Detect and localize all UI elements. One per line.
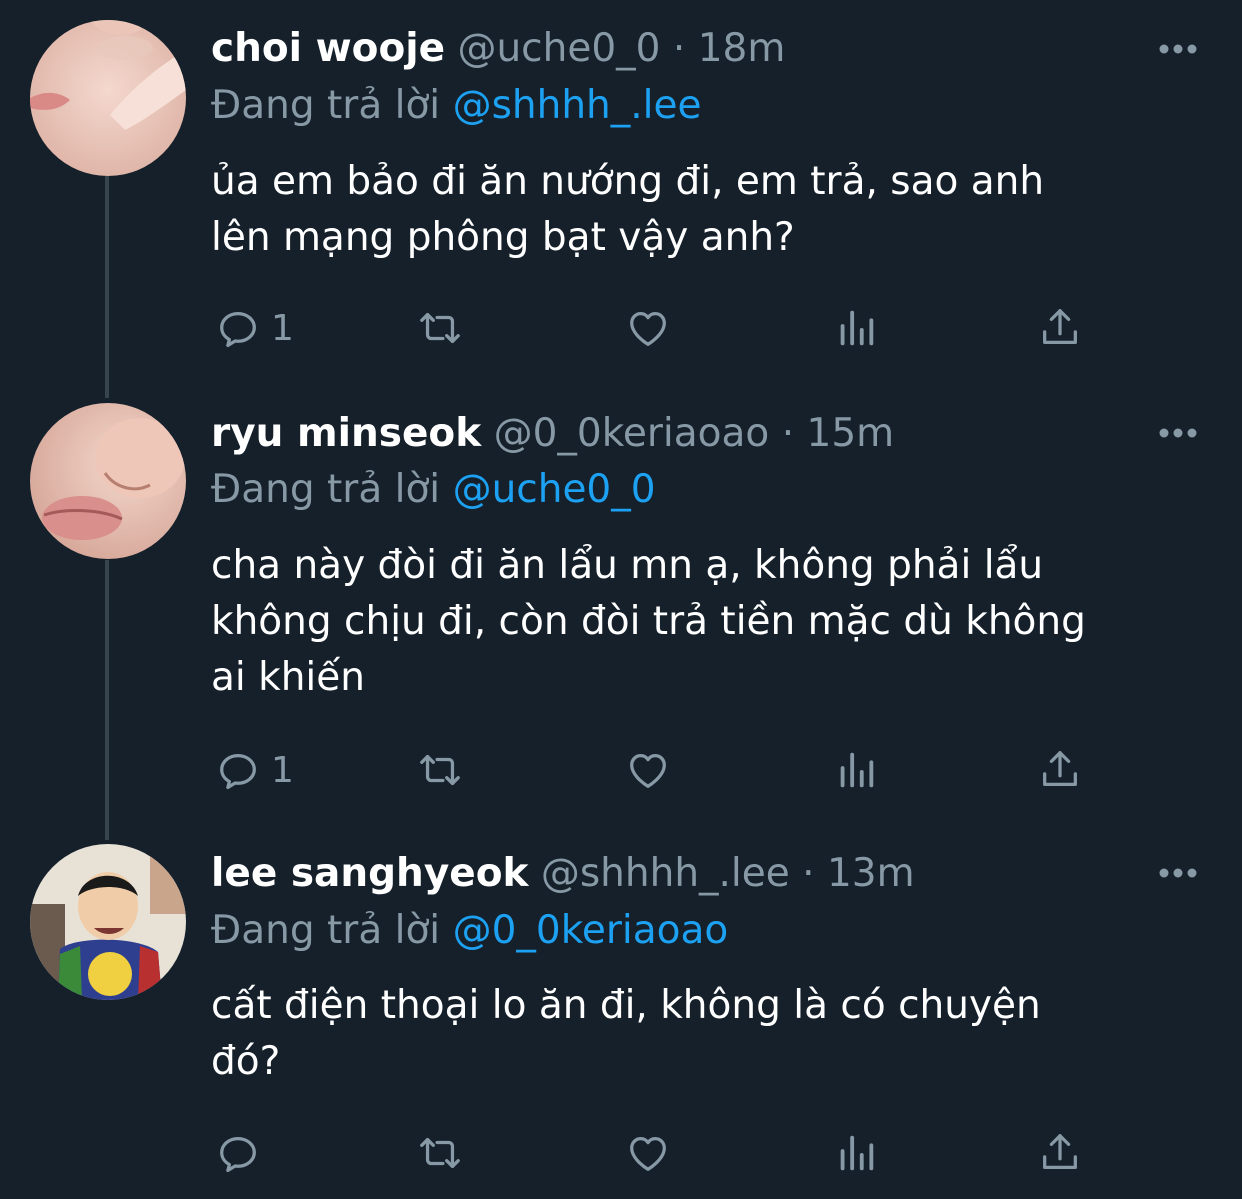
like-icon [630,1136,666,1171]
user-handle[interactable]: @0_0keriaoao [494,411,770,456]
tweet[interactable]: lee sanghyeok @shhhh_.lee · 13m Đang trả… [0,825,1242,1199]
reply-button[interactable]: 1 [215,300,294,356]
tweet[interactable]: choi wooje @uche0_0 · 18m Đang trả lời @… [0,0,1242,380]
replying-to-label: Đang trả lời [211,908,441,953]
tweet-header: ryu minseok @0_0keriaoao · 15m [211,406,894,462]
replying-to-link[interactable]: @uche0_0 [453,467,656,512]
retweet-button[interactable] [417,1125,463,1181]
share-button[interactable] [1037,300,1083,356]
share-icon [1043,309,1077,345]
separator-dot: · [672,26,686,71]
avatar[interactable] [30,844,186,1000]
like-button[interactable] [625,742,671,798]
tweet-header: choi wooje @uche0_0 · 18m [211,21,785,77]
share-icon [1043,1134,1077,1170]
like-button[interactable] [625,1125,671,1181]
separator-dot: · [781,411,795,456]
tweet[interactable]: ryu minseok @0_0keriaoao · 15m Đang trả … [0,385,1242,825]
reply-button[interactable]: 1 [215,742,294,798]
separator-dot: · [802,851,815,896]
timestamp[interactable]: 18m [698,26,786,71]
reply-count: 1 [271,307,294,349]
avatar[interactable] [30,403,186,559]
replying-to-line: Đang trả lời @0_0keriaoao [211,905,728,957]
more-options-icon[interactable] [1156,34,1200,64]
timestamp[interactable]: 13m [827,851,915,896]
user-handle[interactable]: @shhhh_.lee [541,851,790,896]
like-icon [630,311,666,346]
tweet-header: lee sanghyeok @shhhh_.lee · 13m [211,846,915,902]
analytics-icon [840,1135,874,1171]
user-handle[interactable]: @uche0_0 [457,26,660,71]
reply-button[interactable] [215,1125,271,1181]
reply-icon [220,311,256,348]
analytics-icon [840,310,874,346]
like-button[interactable] [625,300,671,356]
share-button[interactable] [1037,742,1083,798]
replying-to-label: Đang trả lời [211,83,441,128]
analytics-button[interactable] [833,742,879,798]
like-icon [630,753,666,788]
display-name[interactable]: ryu minseok [211,411,481,456]
analytics-icon [840,752,874,788]
timestamp[interactable]: 15m [807,411,895,456]
replying-to-line: Đang trả lời @shhhh_.lee [211,80,701,132]
display-name[interactable]: choi wooje [211,26,445,71]
replying-to-link[interactable]: @0_0keriaoao [453,908,729,953]
tweet-text: ủa em bảo đi ăn nướng đi, em trả, sao an… [211,159,1045,260]
retweet-button[interactable] [417,300,463,356]
action-bar: 1 [211,300,1111,356]
more-options-icon[interactable] [1156,858,1200,888]
display-name[interactable]: lee sanghyeok [211,851,528,896]
analytics-button[interactable] [833,300,879,356]
replying-to-link[interactable]: @shhhh_.lee [453,83,702,128]
retweet-icon [420,754,460,786]
replying-to-label: Đang trả lời [211,467,441,512]
share-icon [1043,751,1077,787]
analytics-button[interactable] [833,1125,879,1181]
replying-to-line: Đang trả lời @uche0_0 [211,464,656,516]
reply-count: 1 [271,749,294,791]
retweet-icon [420,312,460,344]
reply-icon [220,1136,256,1173]
retweet-icon [420,1137,460,1169]
action-bar [211,1125,1111,1181]
tweet-text: cha này đòi đi ăn lẩu mn ạ, không phải l… [211,543,1086,700]
action-bar: 1 [211,742,1111,798]
retweet-button[interactable] [417,742,463,798]
reply-icon [220,753,256,790]
tweet-text: cất điện thoại lo ăn đi, không là có chu… [211,983,1041,1084]
share-button[interactable] [1037,1125,1083,1181]
avatar[interactable] [30,20,186,176]
more-options-icon[interactable] [1156,418,1200,448]
